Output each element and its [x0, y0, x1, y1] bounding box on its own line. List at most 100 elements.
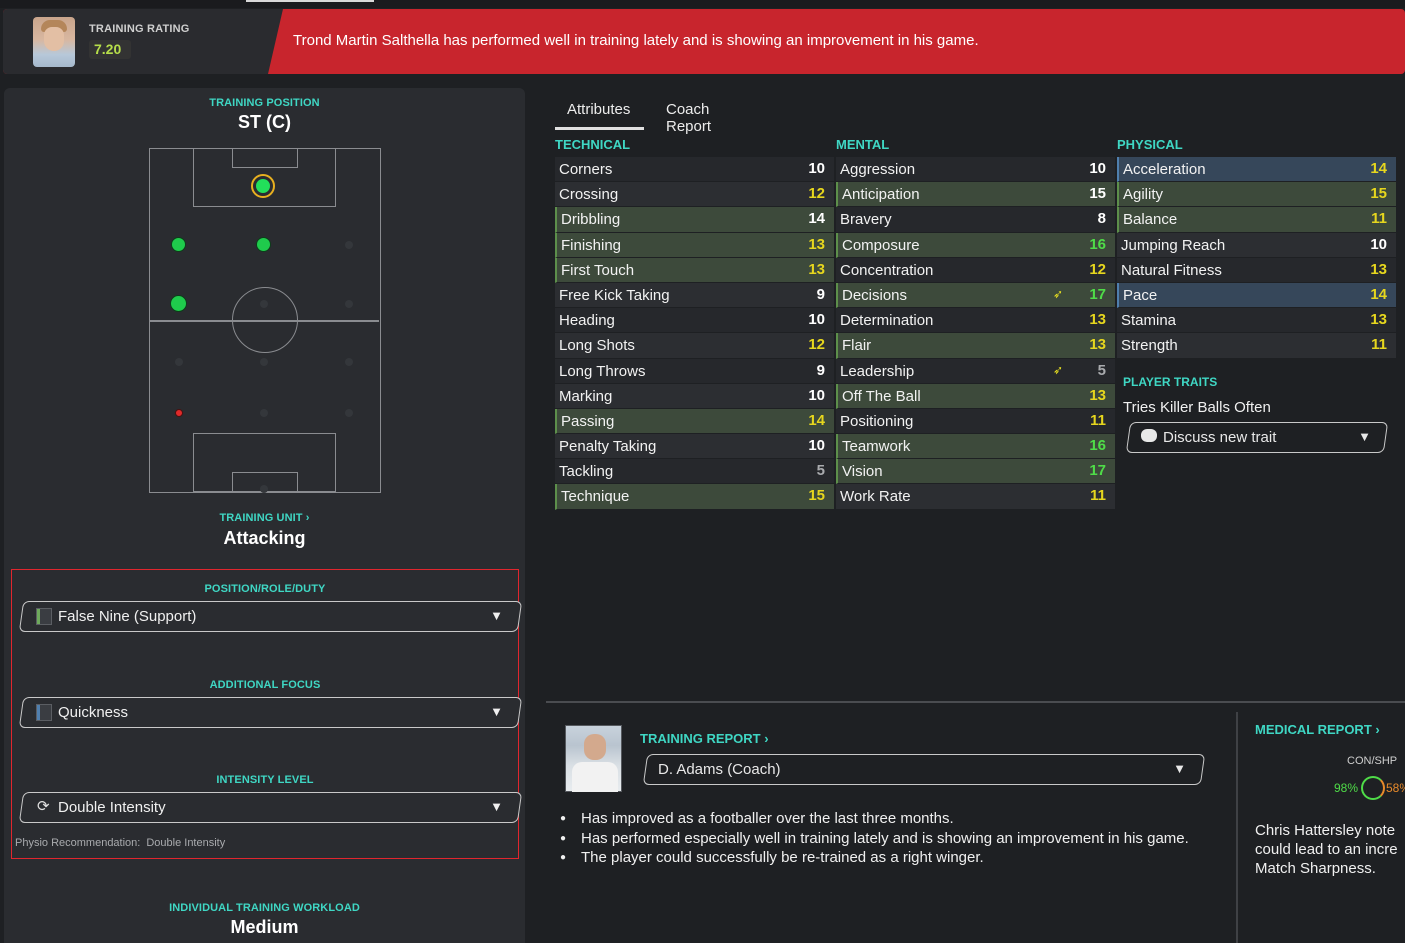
attribute-name: Passing — [561, 412, 615, 430]
attribute-value: 15 — [808, 487, 825, 505]
attribute-row[interactable]: Passing 14 — [555, 408, 834, 435]
intensity-dropdown[interactable]: ⟳ Double Intensity ▼ — [18, 792, 523, 823]
attribute-row[interactable]: Leadership ➶ 5 — [836, 358, 1115, 384]
position-dl-unsuited[interactable] — [175, 409, 183, 417]
attribute-row[interactable]: Bravery 8 — [836, 207, 1115, 233]
position-ml[interactable] — [170, 295, 187, 312]
attribute-row[interactable]: Corners 10 — [555, 157, 834, 183]
attribute-row[interactable]: Flair 13 — [836, 333, 1115, 359]
position-aml[interactable] — [171, 237, 186, 252]
attribute-row[interactable]: Dribbling 14 — [555, 207, 834, 233]
attribute-value: 14 — [808, 411, 825, 429]
attribute-value: 14 — [808, 210, 825, 228]
attribute-row[interactable]: Positioning 11 — [836, 408, 1115, 435]
position-mc[interactable] — [260, 300, 268, 308]
medical-report-link[interactable]: MEDICAL REPORT › — [1255, 722, 1380, 737]
training-report-link[interactable]: TRAINING REPORT › — [640, 731, 769, 746]
physio-label: Physio Recommendation: — [15, 837, 141, 849]
position-dml[interactable] — [175, 358, 183, 366]
position-gk[interactable] — [260, 485, 268, 493]
role-color-swatch — [36, 608, 52, 625]
attribute-name: Pace — [1123, 286, 1158, 304]
tab-coach-report[interactable]: Coach Report — [666, 99, 711, 135]
attribute-name: Finishing — [561, 236, 622, 254]
coach-name: D. Adams (Coach) — [658, 761, 781, 778]
attribute-value: 10 — [808, 386, 825, 404]
attribute-row[interactable]: Heading 10 — [555, 308, 834, 334]
medical-note-line: Chris Hattersley note — [1255, 822, 1396, 839]
attribute-row[interactable]: Jumping Reach 10 — [1117, 232, 1396, 258]
position-dmr[interactable] — [345, 358, 353, 366]
chevron-down-icon: ▼ — [490, 799, 503, 814]
attribute-name: Aggression — [840, 161, 916, 178]
attribute-row[interactable]: Acceleration 14 — [1117, 157, 1396, 183]
attribute-row[interactable]: Pace 14 — [1117, 282, 1396, 309]
player-traits-header: PLAYER TRAITS — [1123, 375, 1218, 389]
attribute-value: 16 — [1089, 437, 1106, 455]
attribute-value: 10 — [808, 311, 825, 329]
attribute-row[interactable]: Marking 10 — [555, 383, 834, 409]
attribute-name: Bravery — [840, 211, 892, 229]
attribute-row[interactable]: Off The Ball 13 — [836, 383, 1115, 409]
position-amc[interactable] — [256, 237, 271, 252]
position-role-value: False Nine (Support) — [58, 608, 197, 625]
attribute-row[interactable]: Crossing 12 — [555, 182, 834, 208]
attribute-row[interactable]: Agility 15 — [1117, 182, 1396, 208]
attribute-row[interactable]: First Touch 13 — [555, 257, 834, 283]
position-dmc[interactable] — [260, 358, 268, 366]
coach-dropdown[interactable]: D. Adams (Coach) ▼ — [642, 754, 1206, 785]
attribute-row[interactable]: Work Rate 11 — [836, 484, 1115, 510]
rating-box: TRAINING RATING 7.20 — [3, 9, 283, 74]
attribute-value: 13 — [1089, 336, 1106, 354]
mental-column: MENTAL Aggression 10 Anticipation 15 Bravery… — [836, 137, 1115, 510]
attribute-name: Flair — [842, 337, 872, 355]
attribute-row[interactable]: Strength 11 — [1117, 333, 1396, 359]
section-divider — [546, 701, 1405, 703]
attribute-row[interactable]: Penalty Taking 10 — [555, 434, 834, 460]
additional-focus-dropdown[interactable]: Quickness ▼ — [18, 697, 523, 728]
chevron-down-icon: ▼ — [490, 704, 503, 719]
attribute-value: 9 — [816, 285, 825, 303]
pitch-diagram[interactable] — [149, 148, 381, 493]
list-item: Has improved as a footballer over the la… — [560, 809, 1190, 829]
attribute-row[interactable]: Technique 15 — [555, 484, 834, 510]
attribute-row[interactable]: Free Kick Taking 9 — [555, 282, 834, 309]
mental-header: MENTAL — [836, 137, 890, 152]
progress-arrow-icon: ➶ — [1052, 286, 1063, 301]
con-shp-label: CON/SHP — [1347, 755, 1398, 767]
attribute-value: 10 — [808, 160, 825, 177]
attribute-value: 13 — [808, 235, 825, 253]
attribute-name: Positioning — [840, 412, 914, 430]
attribute-row[interactable]: Balance 11 — [1117, 207, 1396, 233]
position-st-selected[interactable] — [251, 174, 275, 198]
technical-header: TECHNICAL — [555, 137, 631, 152]
attribute-row[interactable]: Teamwork 16 — [836, 434, 1115, 460]
top-tab-indicator — [246, 0, 374, 2]
position-dr[interactable] — [345, 409, 353, 417]
attribute-row[interactable]: Decisions ➶ 17 — [836, 282, 1115, 309]
attribute-row[interactable]: Concentration 12 — [836, 257, 1115, 283]
attribute-row[interactable]: Finishing 13 — [555, 232, 834, 258]
discuss-trait-button[interactable]: Discuss new trait ▼ — [1125, 422, 1389, 453]
position-amr[interactable] — [345, 241, 353, 249]
tab-attributes[interactable]: Attributes — [554, 99, 645, 131]
training-unit-link[interactable]: TRAINING UNIT › — [4, 512, 525, 524]
attribute-value: 8 — [1097, 210, 1106, 228]
attribute-row[interactable]: Long Throws 9 — [555, 358, 834, 384]
training-rating-banner: TRAINING RATING 7.20 Trond Martin Salthe… — [3, 9, 1405, 74]
attribute-row[interactable]: Vision 17 — [836, 459, 1115, 485]
attribute-name: Corners — [559, 161, 613, 178]
column-divider — [1236, 712, 1238, 943]
position-mr[interactable] — [345, 300, 353, 308]
position-role-dropdown[interactable]: False Nine (Support) ▼ — [18, 601, 523, 632]
attribute-row[interactable]: Tackling 5 — [555, 459, 834, 485]
attribute-row[interactable]: Natural Fitness 13 — [1117, 257, 1396, 283]
list-item: Has performed especially well in trainin… — [560, 829, 1190, 849]
position-dc[interactable] — [260, 409, 268, 417]
attribute-row[interactable]: Determination 13 — [836, 308, 1115, 334]
attribute-row[interactable]: Stamina 13 — [1117, 308, 1396, 334]
attribute-row[interactable]: Long Shots 12 — [555, 333, 834, 359]
attribute-row[interactable]: Aggression 10 — [836, 157, 1115, 183]
attribute-row[interactable]: Composure 16 — [836, 232, 1115, 258]
attribute-row[interactable]: Anticipation 15 — [836, 182, 1115, 208]
